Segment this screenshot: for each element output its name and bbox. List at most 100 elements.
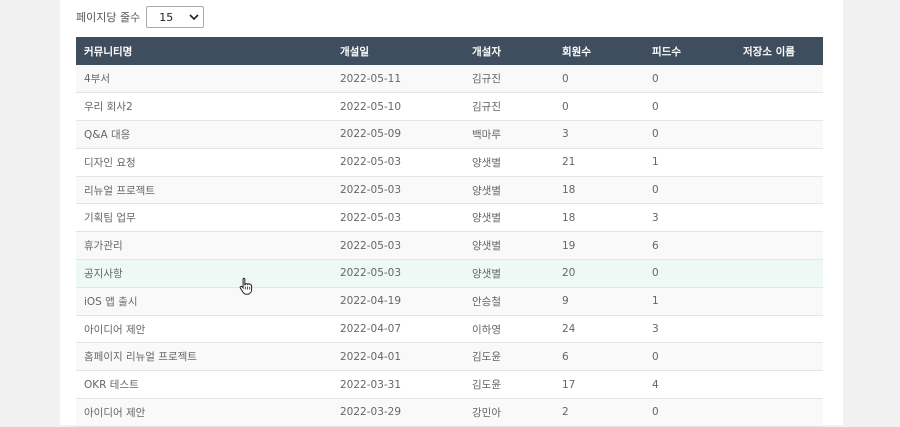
- per-page-value: 15: [159, 10, 174, 24]
- table-row[interactable]: Q&A 대응 2022-05-09 백마루 3 0: [76, 120, 823, 149]
- member-count-cell: 9: [562, 295, 569, 308]
- created-date-cell: 2022-05-03: [340, 267, 402, 280]
- storage-name-cell: [735, 315, 823, 343]
- member-count-cell: 21: [562, 156, 576, 169]
- header-owner[interactable]: 개설자: [464, 37, 554, 65]
- table-row[interactable]: 우리 회사2 2022-05-10 김규진 0 0: [76, 92, 823, 121]
- feed-count-cell: 0: [652, 406, 659, 419]
- table-row[interactable]: 공지사항 2022-05-03 양샛별 20 0: [76, 259, 823, 288]
- community-name-cell[interactable]: 4부서: [76, 65, 332, 93]
- table-body: 4부서 2022-05-11 김규진 0 0 우리 회사2 2022-05-10 김규진 0 0 Q…: [76, 65, 823, 427]
- owner-cell: 백마루: [472, 128, 501, 141]
- per-page-control: 페이지당 줄수 15: [76, 6, 205, 28]
- community-name-cell[interactable]: 아이디어 제안: [76, 399, 332, 427]
- header-community-name[interactable]: 커뮤니티명: [76, 37, 332, 65]
- owner-cell: 이하영: [472, 323, 501, 336]
- created-date-cell: 2022-05-03: [340, 156, 402, 169]
- owner-cell: 안승철: [472, 295, 501, 308]
- created-date-cell: 2022-05-03: [340, 239, 402, 252]
- feed-count-cell: 3: [652, 323, 659, 336]
- community-name-cell[interactable]: 아이디어 제안: [76, 315, 332, 343]
- community-name-cell[interactable]: 홈페이지 리뉴얼 프로젝트: [76, 343, 332, 371]
- table-row[interactable]: 홈페이지 리뉴얼 프로젝트 2022-04-01 김도윤 6 0: [76, 342, 823, 371]
- storage-name-cell: [735, 204, 823, 232]
- member-count-cell: 18: [562, 211, 576, 224]
- storage-name-cell: [735, 176, 823, 204]
- created-date-cell: 2022-03-31: [340, 378, 402, 391]
- table-row[interactable]: 아이디어 제안 2022-03-29 강민아 2 0: [76, 398, 823, 427]
- table-row[interactable]: 디자인 요청 2022-05-03 양샛별 21 1: [76, 148, 823, 177]
- table-row[interactable]: 아이디어 제안 2022-04-07 이하영 24 3: [76, 315, 823, 343]
- community-name-cell[interactable]: 기획팀 업무: [76, 204, 332, 232]
- created-date-cell: 2022-03-29: [340, 406, 402, 419]
- feed-count-cell: 0: [652, 350, 659, 363]
- owner-cell: 강민아: [472, 406, 501, 419]
- feed-count-cell: 0: [652, 128, 659, 141]
- hand-cursor-icon: [239, 277, 253, 295]
- per-page-select[interactable]: 15: [146, 6, 205, 28]
- created-date-cell: 2022-05-10: [340, 100, 402, 113]
- community-name-cell[interactable]: 우리 회사2: [76, 93, 332, 121]
- feed-count-cell: 4: [652, 378, 659, 391]
- chevron-down-icon: [189, 14, 199, 21]
- per-page-label: 페이지당 줄수: [76, 11, 141, 24]
- storage-name-cell: [735, 148, 823, 176]
- created-date-cell: 2022-05-09: [340, 128, 402, 141]
- table-header-row: 커뮤니티명 개설일 개설자 회원수 피드수 저장소 이름: [76, 37, 823, 65]
- member-count-cell: 2: [562, 406, 569, 419]
- member-count-cell: 18: [562, 184, 576, 197]
- storage-name-cell: [735, 65, 823, 93]
- created-date-cell: 2022-05-03: [340, 184, 402, 197]
- community-name-cell[interactable]: 리뉴얼 프로젝트: [76, 176, 332, 204]
- storage-name-cell: [735, 371, 823, 399]
- member-count-cell: 0: [562, 72, 569, 85]
- table-row[interactable]: 휴가관리 2022-05-03 양샛별 19 6: [76, 231, 823, 260]
- owner-cell: 양샛별: [472, 212, 501, 225]
- community-name-cell[interactable]: Q&A 대응: [76, 121, 332, 149]
- header-storage-name[interactable]: 저장소 이름: [735, 37, 823, 65]
- feed-count-cell: 0: [652, 72, 659, 85]
- community-name-cell[interactable]: OKR 테스트: [76, 371, 332, 399]
- feed-count-cell: 0: [652, 100, 659, 113]
- storage-name-cell: [735, 260, 823, 288]
- created-date-cell: 2022-05-03: [340, 211, 402, 224]
- community-name-cell[interactable]: iOS 앱 출시: [76, 287, 332, 315]
- owner-cell: 양샛별: [472, 240, 501, 253]
- owner-cell: 김도윤: [472, 379, 501, 392]
- table-row[interactable]: OKR 테스트 2022-03-31 김도윤 17 4: [76, 370, 823, 399]
- owner-cell: 양샛별: [472, 267, 501, 280]
- header-member-count[interactable]: 회원수: [554, 37, 644, 65]
- table-row[interactable]: iOS 앱 출시 2022-04-19 안승철 9 1: [76, 287, 823, 316]
- header-feed-count[interactable]: 피드수: [644, 37, 735, 65]
- community-name-cell[interactable]: 휴가관리: [76, 232, 332, 260]
- table-row[interactable]: 리뉴얼 프로젝트 2022-05-03 양샛별 18 0: [76, 176, 823, 204]
- storage-name-cell: [735, 343, 823, 371]
- member-count-cell: 0: [562, 100, 569, 113]
- feed-count-cell: 1: [652, 156, 659, 169]
- table-row[interactable]: 기획팀 업무 2022-05-03 양샛별 18 3: [76, 203, 823, 232]
- created-date-cell: 2022-04-01: [340, 350, 402, 363]
- created-date-cell: 2022-05-11: [340, 72, 402, 85]
- member-count-cell: 6: [562, 350, 569, 363]
- storage-name-cell: [735, 399, 823, 427]
- feed-count-cell: 1: [652, 295, 659, 308]
- storage-name-cell: [735, 93, 823, 121]
- owner-cell: 김도윤: [472, 351, 501, 364]
- created-date-cell: 2022-04-07: [340, 323, 402, 336]
- feed-count-cell: 0: [652, 184, 659, 197]
- table-row[interactable]: 4부서 2022-05-11 김규진 0 0: [76, 65, 823, 93]
- member-count-cell: 17: [562, 378, 576, 391]
- member-count-cell: 20: [562, 267, 576, 280]
- owner-cell: 양샛별: [472, 184, 501, 197]
- header-created-date[interactable]: 개설일: [332, 37, 464, 65]
- community-name-cell[interactable]: 디자인 요청: [76, 148, 332, 176]
- feed-count-cell: 0: [652, 267, 659, 280]
- owner-cell: 김규진: [472, 73, 501, 86]
- storage-name-cell: [735, 232, 823, 260]
- member-count-cell: 19: [562, 239, 576, 252]
- community-table: 커뮤니티명 개설일 개설자 회원수 피드수 저장소 이름 4부서 2022-05-…: [76, 37, 823, 427]
- storage-name-cell: [735, 121, 823, 149]
- community-name-cell[interactable]: 공지사항: [76, 260, 332, 288]
- storage-name-cell: [735, 287, 823, 315]
- created-date-cell: 2022-04-19: [340, 295, 402, 308]
